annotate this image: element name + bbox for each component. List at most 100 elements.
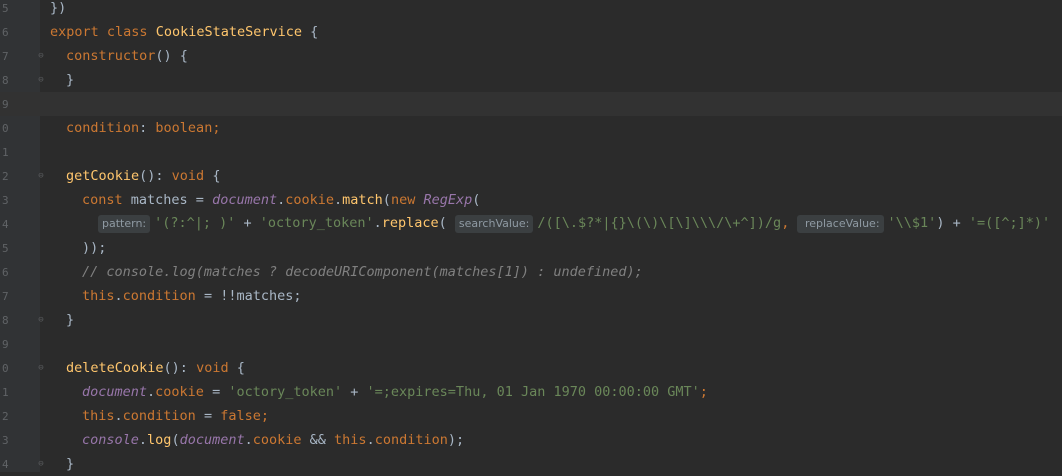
code-text: } xyxy=(50,312,74,328)
code-token: ( xyxy=(171,432,180,448)
code-line[interactable]: 4 pattern: '(?:^|; )' + 'octory_token'.rep… xyxy=(0,212,1062,236)
code-line[interactable]: 5)); xyxy=(0,236,1062,260)
code-token: = xyxy=(195,408,221,424)
line-number: 7 xyxy=(2,49,9,63)
code-token: { xyxy=(228,360,245,376)
code-token: ; xyxy=(699,384,708,400)
line-number: 2 xyxy=(2,169,9,183)
code-token: cookie xyxy=(155,384,204,400)
line-number: 6 xyxy=(2,265,9,279)
code-text: console.log(document.cookie && this.cond… xyxy=(50,432,464,448)
code-token: ) + xyxy=(936,215,969,231)
code-token: } xyxy=(66,72,75,88)
code-token: void xyxy=(171,168,205,184)
code-line[interactable]: 0 condition: boolean; xyxy=(0,116,1062,140)
code-token: document xyxy=(179,432,245,448)
code-line[interactable]: 9 xyxy=(0,332,1062,356)
code-line[interactable]: 5}) xyxy=(0,0,1062,20)
code-token: } xyxy=(66,456,75,472)
code-token: // console.log(matches ? decodeURICompon… xyxy=(82,264,643,280)
code-token: condition xyxy=(374,432,448,448)
code-line[interactable]: 6 export class CookieStateService { xyxy=(0,20,1062,44)
code-token: this xyxy=(82,408,115,424)
code-text: deleteCookie(): void { xyxy=(50,360,245,376)
code-line[interactable]: 3 console.log(document.cookie && this.con… xyxy=(0,428,1062,452)
code-token: '(?:^|; )' xyxy=(154,215,236,231)
code-token: = xyxy=(203,384,229,400)
code-token: } xyxy=(66,312,75,328)
code-line[interactable]: 4 ⊖} xyxy=(0,452,1062,476)
code-line[interactable]: 8 ⊖} xyxy=(0,68,1062,92)
code-text: }) xyxy=(50,0,66,16)
line-number: 0 xyxy=(2,121,9,135)
code-token: ( xyxy=(438,215,455,231)
code-token: CookieStateService xyxy=(155,24,302,40)
code-token: replace xyxy=(381,215,439,231)
fold-marker-icon[interactable]: ⊖ xyxy=(36,315,46,325)
code-token: . xyxy=(334,192,343,208)
code-text: document.cookie = 'octory_token' + '=;ex… xyxy=(50,384,708,400)
code-token: cookie xyxy=(285,192,335,208)
code-text: constructor() { xyxy=(50,48,188,64)
code-token: matches = xyxy=(130,192,213,208)
code-text: this.condition = false; xyxy=(50,408,269,424)
code-text: const matches = document.cookie.match(ne… xyxy=(50,192,480,208)
code-token: ; xyxy=(260,408,269,424)
fold-marker-icon[interactable]: ⊖ xyxy=(36,459,46,469)
line-number: 2 xyxy=(2,409,9,423)
code-line[interactable]: 3 const matches = document.cookie.match(n… xyxy=(0,188,1062,212)
code-line[interactable]: 1 document.cookie = 'octory_token' + '=;e… xyxy=(0,380,1062,404)
code-text: export class CookieStateService { xyxy=(50,24,318,40)
code-token: condition xyxy=(122,408,196,424)
line-number: 3 xyxy=(2,433,9,447)
code-text: pattern: '(?:^|; )' + 'octory_token'.repl… xyxy=(50,215,1050,233)
code-token: }) xyxy=(50,0,67,16)
code-editor[interactable]: 5}) 6 export class CookieStateService { 7 ⊖ c… xyxy=(0,0,1062,472)
code-line[interactable]: 9 xyxy=(0,92,1062,116)
code-line[interactable]: 6 // console.log(matches ? decodeURICompo… xyxy=(0,260,1062,284)
code-text: } xyxy=(50,456,74,472)
code-token: this xyxy=(82,288,115,304)
line-number: 8 xyxy=(2,313,9,327)
code-token: constructor xyxy=(66,48,156,64)
code-token: . xyxy=(244,432,253,448)
line-number: 3 xyxy=(2,193,9,207)
code-text: getCookie(): void { xyxy=(50,168,220,184)
code-line[interactable]: 7 ⊖ constructor() { xyxy=(0,44,1062,68)
code-token: . xyxy=(366,432,375,448)
code-line[interactable]: 2 ⊖ getCookie(): void { xyxy=(0,164,1062,188)
code-line[interactable]: 8 ⊖} xyxy=(0,308,1062,332)
code-text: condition: boolean; xyxy=(50,120,220,136)
code-token: log xyxy=(147,432,172,448)
fold-marker-icon[interactable]: ⊖ xyxy=(36,51,46,61)
fold-marker-icon[interactable]: ⊖ xyxy=(36,75,46,85)
code-line[interactable]: 2 this.condition = false; xyxy=(0,404,1062,428)
line-number: 1 xyxy=(2,145,9,159)
fold-marker-icon[interactable]: ⊖ xyxy=(36,363,46,373)
code-token: condition xyxy=(66,120,140,136)
code-token: boolean xyxy=(155,120,213,136)
line-number: 8 xyxy=(2,73,9,87)
code-line[interactable]: 7 this.condition = !!matches; xyxy=(0,284,1062,308)
line-number: 6 xyxy=(2,25,9,39)
code-token: deleteCookie xyxy=(66,360,164,376)
code-token: false xyxy=(220,408,261,424)
code-text: } xyxy=(50,72,74,88)
code-token: + xyxy=(342,384,367,400)
code-token: void xyxy=(196,360,229,376)
line-number: 7 xyxy=(2,289,9,303)
code-token: && xyxy=(301,432,335,448)
code-token: const xyxy=(82,192,131,208)
parameter-hint: replaceValue: xyxy=(797,215,884,233)
code-token: ; xyxy=(212,120,221,136)
line-number: 1 xyxy=(2,385,9,399)
code-line[interactable]: 1 xyxy=(0,140,1062,164)
fold-marker-icon[interactable]: ⊖ xyxy=(36,171,46,181)
code-token: (): xyxy=(139,168,172,184)
code-line[interactable]: 0 ⊖ deleteCookie(): void { xyxy=(0,356,1062,380)
code-text: this.condition = !!matches; xyxy=(50,288,301,304)
code-token: = !!matches; xyxy=(195,288,302,304)
code-token: . xyxy=(114,288,123,304)
code-token: '\\$1' xyxy=(887,215,937,231)
line-number: 0 xyxy=(2,361,9,375)
